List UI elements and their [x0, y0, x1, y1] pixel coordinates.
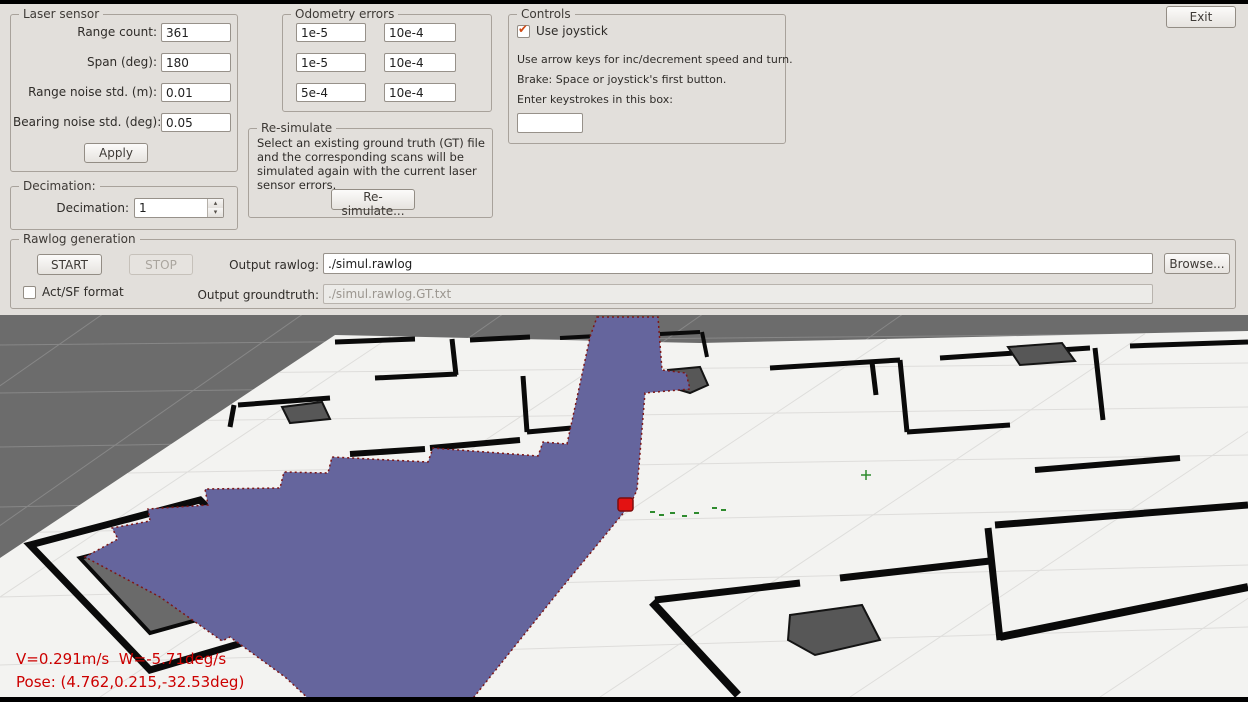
output-rawlog-label: Output rawlog:: [229, 256, 319, 275]
range-noise-label: Range noise std. (m):: [13, 83, 157, 102]
3d-view-canvas[interactable]: V=0.291m/s W=-5.71deg/s Pose: (4.762,0.2…: [0, 315, 1248, 697]
decimation-group: Decimation: Decimation: 1 ▴ ▾: [10, 186, 238, 230]
robot-marker: [618, 498, 633, 511]
odometry-errors-group-title: Odometry errors: [291, 7, 398, 21]
decimation-value: 1: [139, 199, 147, 217]
odometry-errors-group: Odometry errors: [282, 14, 492, 112]
resimulate-group-title: Re-simulate: [257, 121, 336, 135]
act-sf-format-label: Act/SF format: [42, 285, 124, 299]
odometry-error-input-5[interactable]: [296, 83, 366, 102]
checkmark-icon: ✔: [518, 23, 528, 36]
browse-button[interactable]: Browse...: [1164, 253, 1230, 274]
laser-sensor-group: Laser sensor Range count: Span (deg): Ra…: [10, 14, 238, 172]
stepper-buttons: ▴ ▾: [207, 199, 223, 217]
controls-hint-arrows: Use arrow keys for inc/decrement speed a…: [517, 53, 793, 66]
range-count-label: Range count:: [13, 23, 157, 42]
odometry-error-input-4[interactable]: [384, 53, 456, 72]
resimulate-description: Select an existing ground truth (GT) fil…: [257, 136, 487, 192]
range-noise-input[interactable]: [161, 83, 231, 102]
resimulate-group: Re-simulate Select an existing ground tr…: [248, 128, 493, 218]
bearing-noise-label: Bearing noise std. (deg):: [13, 113, 157, 132]
output-groundtruth-input: [323, 284, 1153, 304]
pose-status-text: Pose: (4.762,0.215,-32.53deg): [16, 673, 244, 691]
odometry-error-input-3[interactable]: [296, 53, 366, 72]
span-deg-input[interactable]: [161, 53, 231, 72]
odometry-error-input-6[interactable]: [384, 83, 456, 102]
rawlog-generation-group-title: Rawlog generation: [19, 232, 140, 246]
simulation-viewport[interactable]: V=0.291m/s W=-5.71deg/s Pose: (4.762,0.2…: [0, 315, 1248, 697]
controls-hint-keystrokes: Enter keystrokes in this box:: [517, 93, 673, 106]
controls-group: Controls ✔ Use joystick Use arrow keys f…: [508, 14, 786, 144]
apply-button[interactable]: Apply: [84, 143, 148, 163]
velocity-status-text: V=0.291m/s W=-5.71deg/s: [16, 650, 226, 668]
rawlog-generation-group: Rawlog generation START STOP Output rawl…: [10, 239, 1236, 309]
act-sf-format-checkbox[interactable]: [23, 286, 36, 299]
controls-group-title: Controls: [517, 7, 575, 21]
odometry-error-input-1[interactable]: [296, 23, 366, 42]
top-control-panel: Laser sensor Range count: Span (deg): Ra…: [0, 4, 1248, 315]
decimation-label: Decimation:: [13, 198, 129, 218]
keystroke-input[interactable]: [517, 113, 583, 133]
resimulate-button[interactable]: Re-simulate...: [331, 189, 415, 210]
simulator-window: Laser sensor Range count: Span (deg): Ra…: [0, 0, 1248, 702]
controls-hint-brake: Brake: Space or joystick's first button.: [517, 73, 726, 86]
output-groundtruth-label: Output groundtruth:: [195, 286, 319, 305]
start-button[interactable]: START: [37, 254, 102, 275]
use-joystick-checkbox[interactable]: ✔: [517, 25, 530, 38]
exit-button[interactable]: Exit: [1166, 6, 1236, 28]
decimation-stepper[interactable]: 1 ▴ ▾: [134, 198, 224, 218]
span-deg-label: Span (deg):: [13, 53, 157, 72]
stepper-down-icon[interactable]: ▾: [208, 208, 223, 217]
use-joystick-label: Use joystick: [536, 24, 608, 38]
range-count-input[interactable]: [161, 23, 231, 42]
laser-sensor-group-title: Laser sensor: [19, 7, 103, 21]
stop-button[interactable]: STOP: [129, 254, 193, 275]
output-rawlog-input[interactable]: [323, 253, 1153, 274]
bearing-noise-input[interactable]: [161, 113, 231, 132]
decimation-group-title: Decimation:: [19, 179, 100, 193]
odometry-error-input-2[interactable]: [384, 23, 456, 42]
